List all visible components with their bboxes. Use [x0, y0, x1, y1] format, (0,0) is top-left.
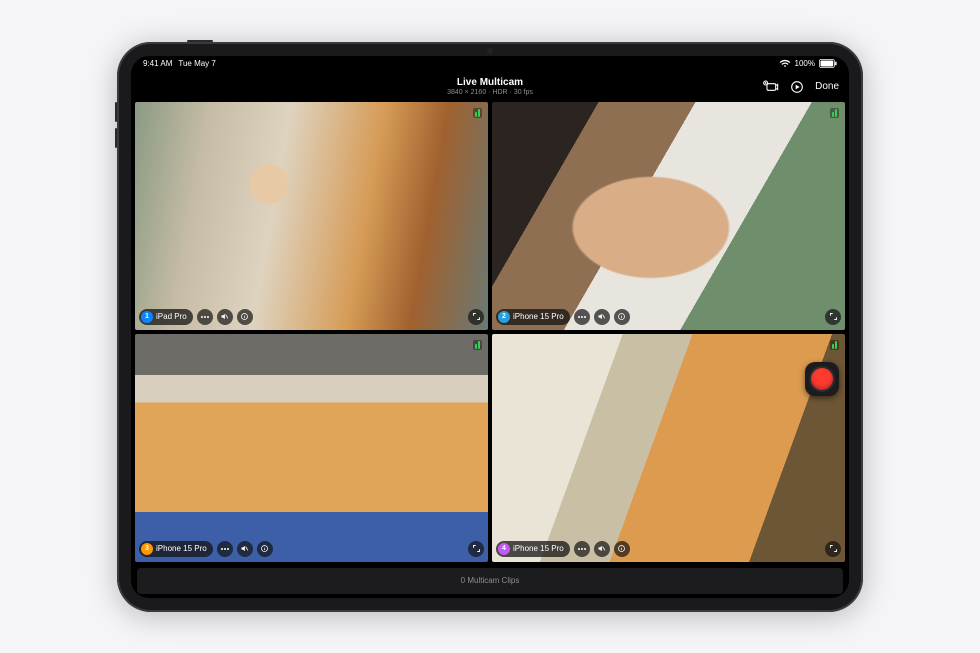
audio-level-indicator — [830, 340, 839, 350]
feed-device-label: iPad Pro — [156, 312, 187, 321]
audio-level-indicator — [830, 108, 839, 118]
feed-index-badge: 1 — [141, 311, 153, 323]
feed-index-badge: 4 — [498, 543, 510, 555]
done-button[interactable]: Done — [815, 81, 839, 92]
page-subtitle: 3840 × 2160 · HDR · 30 fps — [447, 89, 533, 97]
front-camera-dot — [487, 48, 493, 54]
expand-feed-button[interactable] — [468, 309, 484, 325]
more-options-button[interactable] — [574, 541, 590, 557]
status-date: Tue May 7 — [178, 59, 216, 68]
expand-feed-button[interactable] — [825, 309, 841, 325]
feed-device-label: iPhone 15 Pro — [513, 544, 564, 553]
add-camera-button[interactable] — [763, 79, 779, 95]
expand-feed-button[interactable] — [468, 541, 484, 557]
feed-device-pill[interactable]: 4 iPhone 15 Pro — [496, 541, 570, 557]
feed-device-pill[interactable]: 3 iPhone 15 Pro — [139, 541, 213, 557]
app-header: Live Multicam 3840 × 2160 · HDR · 30 fps… — [131, 72, 849, 102]
record-button[interactable] — [805, 362, 839, 396]
info-button[interactable] — [257, 541, 273, 557]
ipad-device-frame: 9:41 AM Tue May 7 100% Live Multicam 384… — [117, 42, 863, 612]
more-options-button[interactable] — [217, 541, 233, 557]
multicam-clips-bar[interactable]: 0 Multicam Clips — [137, 568, 843, 594]
feed-device-label: iPhone 15 Pro — [156, 544, 207, 553]
mute-button[interactable] — [237, 541, 253, 557]
mute-button[interactable] — [217, 309, 233, 325]
status-time: 9:41 AM — [143, 59, 172, 68]
hardware-volume-down — [115, 128, 117, 148]
play-button[interactable] — [789, 79, 805, 95]
feed-device-pill[interactable]: 1 iPad Pro — [139, 309, 193, 325]
audio-level-indicator — [473, 108, 482, 118]
battery-percent: 100% — [795, 59, 815, 68]
record-icon — [811, 368, 833, 390]
mute-button[interactable] — [594, 541, 610, 557]
mute-button[interactable] — [594, 309, 610, 325]
page-title: Live Multicam — [447, 77, 533, 88]
camera-feed-3[interactable]: 3 iPhone 15 Pro — [135, 334, 488, 562]
wifi-icon — [779, 59, 791, 68]
feed-device-pill[interactable]: 2 iPhone 15 Pro — [496, 309, 570, 325]
feed-device-label: iPhone 15 Pro — [513, 312, 564, 321]
feed-index-badge: 2 — [498, 311, 510, 323]
battery-icon — [819, 59, 837, 68]
camera-feed-4[interactable]: 4 iPhone 15 Pro — [492, 334, 845, 562]
clipbar-text: 0 Multicam Clips — [461, 576, 520, 585]
info-button[interactable] — [614, 309, 630, 325]
hardware-volume-up — [115, 102, 117, 122]
hardware-power-button — [187, 40, 213, 42]
screen: 9:41 AM Tue May 7 100% Live Multicam 384… — [131, 56, 849, 598]
camera-feed-2[interactable]: 2 iPhone 15 Pro — [492, 102, 845, 330]
info-button[interactable] — [237, 309, 253, 325]
expand-feed-button[interactable] — [825, 541, 841, 557]
feed-index-badge: 3 — [141, 543, 153, 555]
more-options-button[interactable] — [197, 309, 213, 325]
more-options-button[interactable] — [574, 309, 590, 325]
info-button[interactable] — [614, 541, 630, 557]
multicam-grid: 1 iPad Pro — [131, 102, 849, 562]
status-bar: 9:41 AM Tue May 7 100% — [131, 56, 849, 72]
camera-feed-1[interactable]: 1 iPad Pro — [135, 102, 488, 330]
audio-level-indicator — [473, 340, 482, 350]
